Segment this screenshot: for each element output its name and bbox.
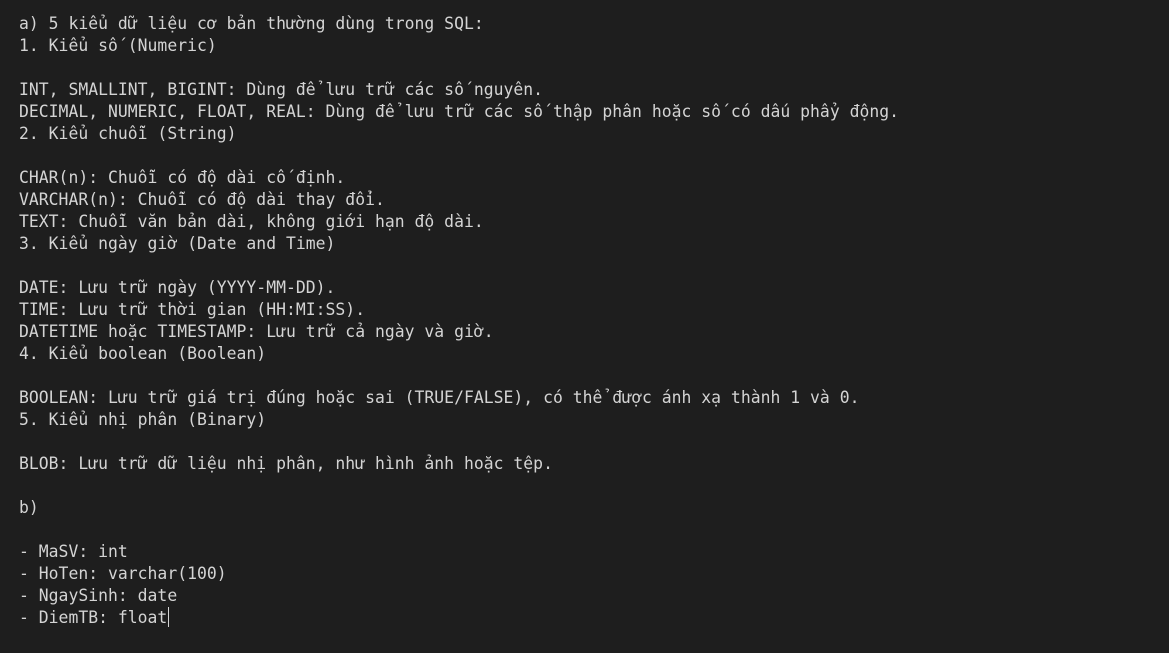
text-line: INT, SMALLINT, BIGINT: Dùng để lưu trữ c… xyxy=(19,80,544,99)
text-line: - MaSV: int xyxy=(19,542,128,561)
text-line xyxy=(19,255,1169,277)
text-line: BLOB: Lưu trữ dữ liệu nhị phân, như hình… xyxy=(19,454,553,473)
text-line: TEXT: Chuỗi văn bản dài, không giới hạn … xyxy=(19,212,484,231)
text-line: DECIMAL, NUMERIC, FLOAT, REAL: Dùng để l… xyxy=(19,102,900,121)
text-line: 5. Kiểu nhị phân (Binary) xyxy=(19,410,267,429)
text-editor[interactable]: a) 5 kiểu dữ liệu cơ bản thường dùng tro… xyxy=(0,0,1169,653)
text-line: 4. Kiểu boolean (Boolean) xyxy=(19,344,267,363)
text-line xyxy=(19,145,1169,167)
text-line: 1. Kiểu số (Numeric) xyxy=(19,36,217,55)
text-line: b) xyxy=(19,498,39,517)
text-line xyxy=(19,519,1169,541)
text-line-active: - DiemTB: float xyxy=(19,607,1169,629)
text-line: BOOLEAN: Lưu trữ giá trị đúng hoặc sai (… xyxy=(19,388,860,407)
text-line xyxy=(19,365,1169,387)
text-line: CHAR(n): Chuỗi có độ dài cố định. xyxy=(19,168,346,187)
text-line: DATE: Lưu trữ ngày (YYYY-MM-DD). xyxy=(19,278,336,297)
text-line: a) 5 kiểu dữ liệu cơ bản thường dùng tro… xyxy=(19,14,484,33)
text-line: 3. Kiểu ngày giờ (Date and Time) xyxy=(19,234,336,253)
text-line: DATETIME hoặc TIMESTAMP: Lưu trữ cả ngày… xyxy=(19,322,494,341)
text-line: 2. Kiểu chuỗi (String) xyxy=(19,124,237,143)
text-line-content: - DiemTB: float xyxy=(19,608,168,627)
text-line: - HoTen: varchar(100) xyxy=(19,564,227,583)
text-line: VARCHAR(n): Chuỗi có độ dài thay đổi. xyxy=(19,190,385,209)
text-line: - NgaySinh: date xyxy=(19,586,178,605)
text-line: TIME: Lưu trữ thời gian (HH:MI:SS). xyxy=(19,300,366,319)
text-line xyxy=(19,57,1169,79)
text-line xyxy=(19,431,1169,453)
text-cursor xyxy=(168,607,170,627)
text-line xyxy=(19,475,1169,497)
